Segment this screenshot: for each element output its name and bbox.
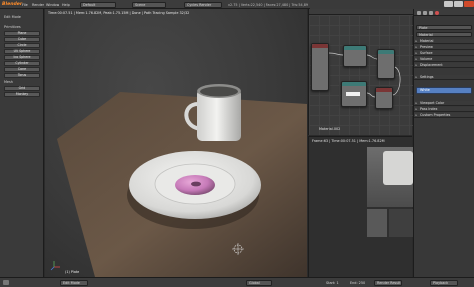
selected-value: White bbox=[420, 88, 430, 92]
toolshelf-section-edit: Edit Mode bbox=[4, 15, 21, 19]
object-name-value: Plate bbox=[419, 26, 428, 30]
add-cube-button[interactable]: Cube bbox=[4, 37, 40, 42]
properties-panel: Plate Material Material Preview Surface … bbox=[413, 9, 474, 277]
material-name-field[interactable]: Material bbox=[416, 32, 472, 37]
3d-viewport[interactable]: Time:00:07.51 | Mem:1.76.82M, Peak:1.75.… bbox=[45, 9, 307, 277]
view-menu-icon[interactable] bbox=[3, 280, 9, 285]
menu-window[interactable]: Window bbox=[46, 3, 59, 7]
add-ico-sphere-button[interactable]: Ico Sphere bbox=[4, 55, 40, 60]
texture-node[interactable] bbox=[343, 45, 367, 67]
layout-selector[interactable]: Default bbox=[80, 1, 116, 8]
panel-material[interactable]: Material bbox=[414, 39, 474, 45]
render-preview-tile bbox=[367, 209, 387, 237]
render-scene bbox=[50, 84, 307, 277]
panel-pass-index[interactable]: Pass Index bbox=[414, 107, 474, 113]
render-result-label: Render Result bbox=[377, 281, 401, 285]
timeline-start[interactable]: Start: 1 bbox=[326, 281, 339, 285]
panel-preview[interactable]: Preview bbox=[414, 45, 474, 51]
scene-tab-icon[interactable] bbox=[423, 10, 427, 15]
render-preview bbox=[367, 147, 413, 207]
object-name-field[interactable]: Plate bbox=[416, 25, 472, 30]
tool-shelf: Edit Mode Primitives Plane Cube Circle U… bbox=[0, 9, 44, 277]
add-grid-button[interactable]: Grid bbox=[4, 86, 40, 91]
node-header bbox=[376, 88, 392, 92]
toolshelf-section-primitives: Primitives bbox=[4, 25, 21, 29]
render-preview-tile bbox=[389, 209, 413, 237]
mug-opening bbox=[200, 86, 238, 97]
color-node[interactable] bbox=[341, 81, 367, 107]
menu-help[interactable]: Help bbox=[62, 3, 70, 7]
window-title-bar bbox=[310, 0, 474, 9]
properties-tabs bbox=[414, 9, 474, 16]
image-editor[interactable]: Frame:63 | Time:00:07.51 | Mem:1.76.82M bbox=[308, 136, 413, 277]
render-result-selector[interactable]: Render Result bbox=[374, 280, 402, 286]
scene-selector[interactable]: Scene bbox=[132, 1, 166, 8]
object-tab-icon[interactable] bbox=[429, 10, 433, 15]
add-torus-button[interactable]: Torus bbox=[4, 73, 40, 78]
panel-viewport-color[interactable]: Viewport Color bbox=[414, 101, 474, 107]
top-header: Blender File Render Window Help Default … bbox=[0, 0, 474, 9]
add-plane-button[interactable]: Plane bbox=[4, 31, 40, 36]
engine-label: Cycles Render bbox=[187, 2, 212, 7]
playback-selector[interactable]: Playback bbox=[430, 280, 458, 286]
add-monkey-button[interactable]: Monkey bbox=[4, 92, 40, 97]
maximize-icon[interactable] bbox=[454, 1, 463, 7]
material-tab-icon[interactable] bbox=[435, 10, 439, 15]
panel-surface[interactable]: Surface bbox=[414, 51, 474, 57]
blender-logo[interactable]: Blender bbox=[2, 1, 22, 8]
close-icon[interactable] bbox=[464, 1, 474, 7]
material-name-value: Material bbox=[419, 33, 433, 37]
color-swatch[interactable] bbox=[346, 92, 360, 96]
panel-displacement[interactable]: Displacement bbox=[414, 63, 474, 69]
mode-selector[interactable]: Edit Mode bbox=[60, 280, 88, 286]
scene-label: Scene bbox=[135, 2, 146, 7]
donut-hole bbox=[191, 181, 201, 187]
material-output-node[interactable] bbox=[375, 87, 393, 109]
render-tab-icon[interactable] bbox=[417, 10, 421, 15]
pivot-selector[interactable]: Global bbox=[246, 280, 272, 286]
panel-volume[interactable]: Volume bbox=[414, 57, 474, 63]
add-uv-sphere-button[interactable]: UV Sphere bbox=[4, 49, 40, 54]
add-cone-button[interactable]: Cone bbox=[4, 67, 40, 72]
minimize-icon[interactable] bbox=[444, 1, 453, 7]
image-editor-stats: Frame:63 | Time:00:07.51 | Mem:1.76.82M bbox=[312, 139, 385, 143]
selected-value-field[interactable]: White bbox=[416, 87, 472, 94]
panel-settings[interactable]: Settings bbox=[414, 75, 474, 81]
timeline-end[interactable]: End: 250 bbox=[350, 281, 365, 285]
version-stats: v2.75 | Verts:22,540 | Faces:27,480 | Tr… bbox=[228, 2, 308, 7]
menu-render[interactable]: Render bbox=[32, 3, 44, 7]
shader-node-input[interactable] bbox=[311, 43, 329, 91]
add-circle-button[interactable]: Circle bbox=[4, 43, 40, 48]
pivot-label: Global bbox=[249, 281, 260, 285]
add-cylinder-button[interactable]: Cylinder bbox=[4, 61, 40, 66]
mode-label: Edit Mode bbox=[63, 281, 80, 285]
toolshelf-section-mesh: Mesh bbox=[4, 80, 13, 84]
node-header bbox=[378, 50, 394, 54]
node-header bbox=[344, 46, 366, 50]
mix-shader-node[interactable] bbox=[377, 49, 395, 79]
playback-label: Playback bbox=[433, 281, 449, 285]
render-preview-mug bbox=[383, 151, 413, 185]
material-label: Material.002 bbox=[319, 127, 341, 131]
bottom-bar: Edit Mode Global Start: 1 End: 250 Rende… bbox=[0, 277, 474, 287]
engine-selector[interactable]: Cycles Render bbox=[184, 1, 222, 8]
axis-gizmo-icon bbox=[50, 261, 60, 271]
node-header bbox=[312, 44, 328, 48]
layout-label: Default bbox=[83, 2, 96, 7]
object-label: (1) Plate bbox=[65, 270, 80, 274]
panel-custom-properties[interactable]: Custom Properties bbox=[414, 113, 474, 119]
node-editor[interactable]: Material.002 bbox=[308, 9, 413, 135]
node-header bbox=[342, 82, 366, 86]
menu-file[interactable]: File bbox=[22, 3, 28, 7]
